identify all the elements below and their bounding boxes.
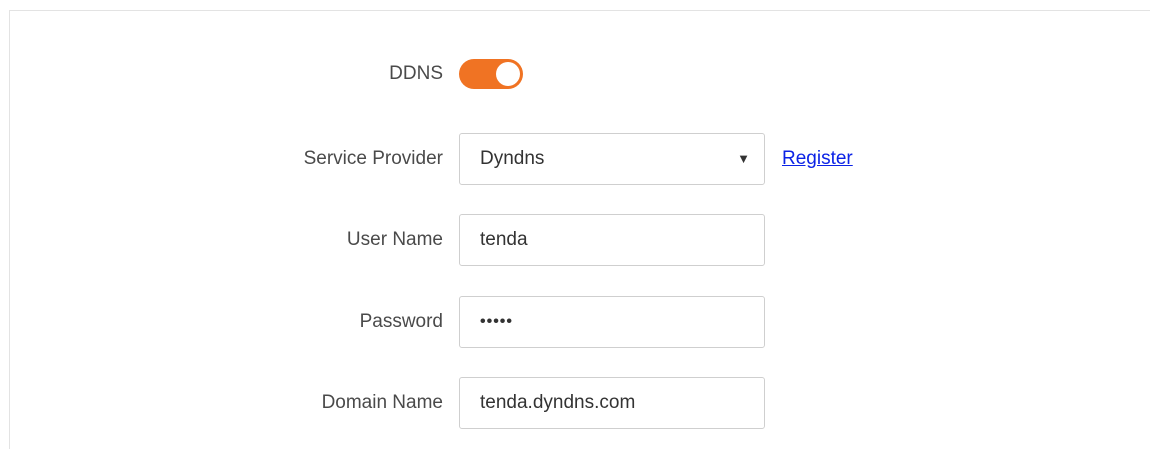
service-provider-select[interactable]: Dyndns ▼ (459, 133, 765, 185)
domain-name-row: Domain Name tenda.dyndns.com (10, 377, 1150, 429)
toggle-knob (496, 62, 520, 86)
register-link[interactable]: Register (782, 133, 853, 185)
triangle-down-icon: ▼ (737, 151, 750, 166)
user-name-value: tenda (480, 229, 528, 250)
service-provider-row: Service Provider Dyndns ▼ Register (10, 133, 1150, 185)
service-provider-label: Service Provider (303, 148, 443, 169)
user-name-label: User Name (346, 229, 443, 250)
domain-name-label: Domain Name (321, 392, 443, 413)
user-name-row: User Name tenda (10, 214, 1150, 266)
ddns-settings-panel: DDNS Service Provider Dyndns ▼ Register … (9, 10, 1150, 449)
domain-name-field[interactable]: tenda.dyndns.com (459, 377, 765, 429)
domain-name-value: tenda.dyndns.com (480, 392, 636, 413)
service-provider-selected-value: Dyndns (480, 148, 545, 169)
ddns-label: DDNS (389, 63, 443, 84)
ddns-row: DDNS (10, 48, 1150, 100)
password-masked-value: ••••• (480, 313, 514, 330)
password-field[interactable]: ••••• (459, 296, 765, 348)
user-name-field[interactable]: tenda (459, 214, 765, 266)
password-label: Password (359, 311, 443, 332)
ddns-toggle[interactable] (459, 59, 523, 89)
password-row: Password ••••• (10, 296, 1150, 348)
